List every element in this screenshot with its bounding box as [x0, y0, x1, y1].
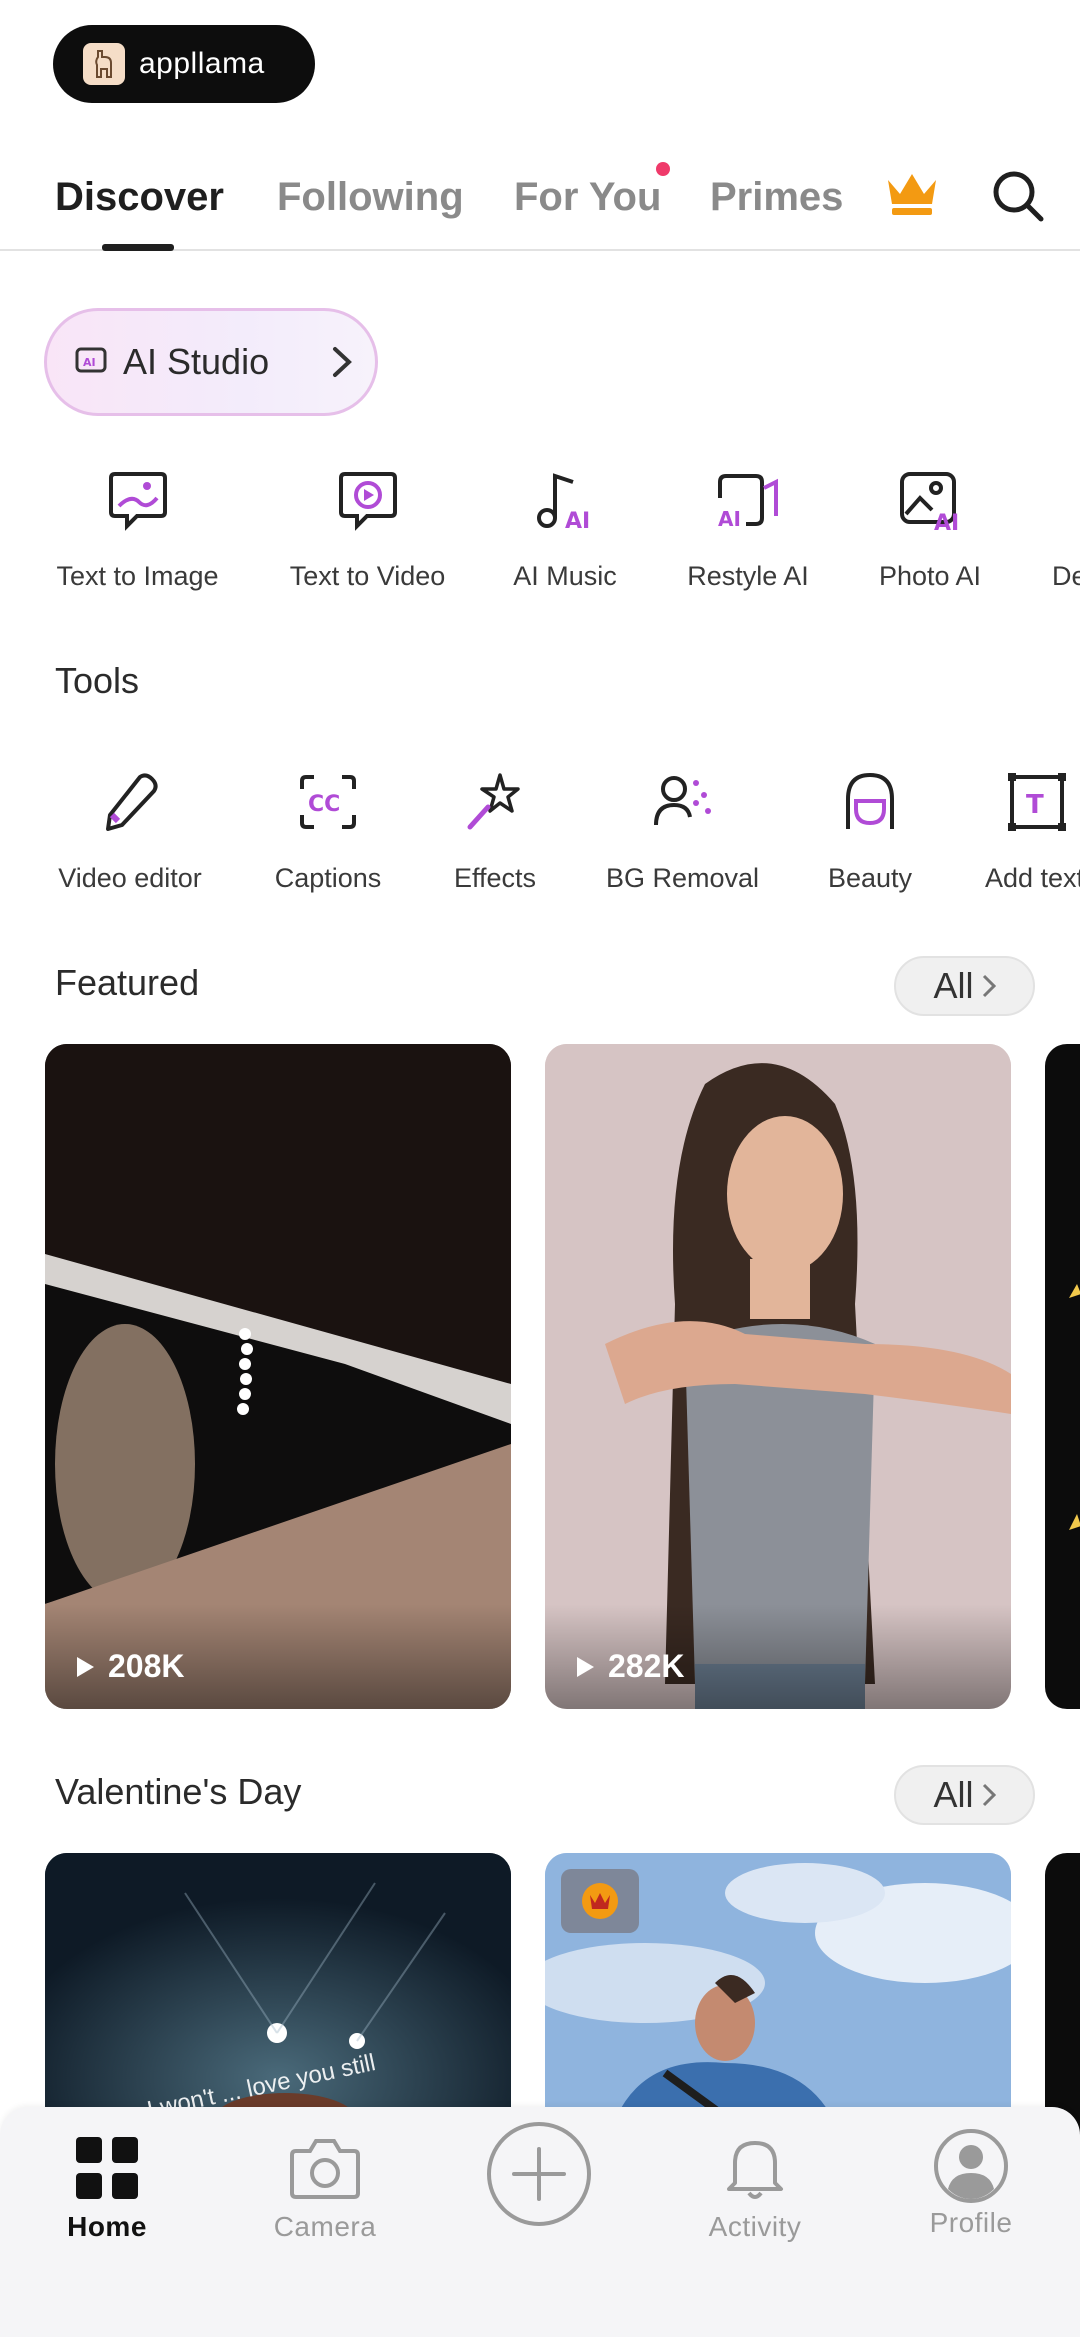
featured-thumbnail [545, 1044, 1011, 1709]
ai-tool-label: Text to Image [56, 561, 219, 591]
svg-text:AI: AI [934, 511, 959, 532]
nav-create-button[interactable] [484, 2119, 594, 2229]
nav-label: Home [67, 2211, 147, 2242]
tool-label: Captions [274, 863, 382, 893]
featured-card[interactable]: 208K [45, 1044, 511, 1709]
ai-tool-text-to-video[interactable]: Text to Video [285, 465, 450, 592]
valentines-title: Valentine's Day [55, 1771, 302, 1812]
tool-beauty[interactable]: Beauty [810, 767, 930, 894]
view-count-value: 208K [108, 1648, 185, 1684]
crown-icon[interactable] [884, 170, 940, 221]
premium-badge [561, 1869, 639, 1933]
ai-tool-label: De [1052, 561, 1080, 591]
nav-home[interactable]: Home [62, 2121, 152, 2243]
text-to-video-icon [333, 465, 403, 535]
bg-removal-icon [648, 767, 718, 837]
captions-icon: CC [293, 767, 363, 837]
tool-effects[interactable]: Effects [435, 767, 555, 894]
play-icon [77, 1656, 94, 1677]
nav-camera[interactable]: Camera [270, 2121, 380, 2243]
profile-icon [934, 2129, 1008, 2203]
ai-studio-icon: AI [75, 345, 109, 380]
camera-icon [290, 2139, 360, 2199]
ai-tool-photo-ai[interactable]: AI Photo AI [855, 465, 1005, 592]
ai-tool-restyle-ai[interactable]: AI Restyle AI [673, 465, 823, 592]
search-icon[interactable] [990, 168, 1046, 229]
tab-discover[interactable]: Discover [55, 175, 224, 220]
nav-activity[interactable]: Activity [700, 2121, 810, 2243]
add-circle-icon [487, 2122, 591, 2226]
ai-tool-text-to-image[interactable]: Text to Image [55, 465, 220, 592]
text-to-image-icon [103, 465, 173, 535]
play-icon [577, 1656, 594, 1677]
svg-text:AI: AI [718, 507, 741, 531]
chevron-right-icon [982, 1783, 996, 1807]
featured-all-button[interactable]: All [894, 956, 1035, 1016]
ai-tool-label: AI Music [513, 561, 617, 591]
ai-tool-label: Text to Video [289, 561, 446, 591]
svg-text:AI: AI [83, 356, 96, 369]
nav-profile[interactable]: Profile [916, 2121, 1026, 2239]
partial-icon [1052, 465, 1080, 535]
ai-tool-label: Restyle AI [687, 561, 809, 591]
featured-card-partial[interactable] [1045, 1044, 1080, 1709]
tool-captions[interactable]: CC Captions [258, 767, 398, 894]
ai-tool-partial[interactable]: De [1052, 465, 1080, 592]
ai-tool-label: Photo AI [878, 561, 982, 591]
featured-thumbnail [45, 1044, 511, 1709]
bottom-nav: Home Camera Activity Profile [0, 2107, 1080, 2337]
valentines-all-button[interactable]: All [894, 1765, 1035, 1825]
tool-label: Add text [985, 863, 1080, 893]
ai-studio-button[interactable]: AI AI Studio [44, 308, 378, 416]
brand-badge[interactable]: appllama [53, 25, 315, 103]
nav-label: Camera [273, 2211, 377, 2242]
tool-add-text[interactable]: T Add text [970, 767, 1080, 894]
tool-label: BG Removal [605, 863, 760, 893]
brand-name: appllama [139, 47, 265, 80]
llama-logo-icon [83, 43, 125, 85]
tool-bg-removal[interactable]: BG Removal [600, 767, 765, 894]
ai-studio-label: AI Studio [123, 341, 270, 382]
restyle-ai-icon: AI [713, 465, 783, 535]
svg-text:T: T [1026, 790, 1044, 820]
svg-text:AI: AI [565, 509, 590, 532]
top-tabs: Discover Following For You Primes [0, 150, 1080, 251]
featured-card[interactable]: 282K [545, 1044, 1011, 1709]
active-tab-indicator [102, 244, 174, 251]
nav-label: Profile [929, 2207, 1013, 2238]
view-count-value: 282K [608, 1648, 685, 1684]
tools-title: Tools [55, 660, 140, 701]
view-count: 208K [77, 1648, 185, 1685]
chevron-right-icon [331, 345, 353, 384]
tool-label: Beauty [827, 863, 913, 893]
notification-dot [656, 162, 670, 176]
svg-text:CC: CC [308, 792, 340, 817]
nav-label: Activity [708, 2211, 802, 2242]
all-label: All [933, 1774, 974, 1815]
ai-music-icon: AI [530, 465, 600, 535]
all-label: All [933, 965, 974, 1006]
ai-tool-ai-music[interactable]: AI AI Music [490, 465, 640, 592]
tab-for-you[interactable]: For You [514, 175, 661, 220]
bell-icon [727, 2141, 783, 2199]
tab-following[interactable]: Following [277, 175, 464, 220]
photo-ai-icon: AI [895, 465, 965, 535]
tool-label: Video editor [58, 863, 202, 893]
chevron-right-icon [982, 974, 996, 998]
pencil-icon [95, 767, 165, 837]
home-grid-icon [76, 2137, 138, 2199]
beauty-icon [835, 767, 905, 837]
tool-video-editor[interactable]: Video editor [50, 767, 210, 894]
featured-title: Featured [55, 962, 200, 1003]
crown-badge-icon [582, 1883, 618, 1919]
tool-label: Effects [453, 863, 537, 893]
effects-wand-icon [460, 767, 530, 837]
tab-primes[interactable]: Primes [710, 175, 843, 220]
view-count: 282K [577, 1648, 685, 1685]
add-text-icon: T [1002, 767, 1072, 837]
star-decoration-icon [1069, 1284, 1080, 1530]
